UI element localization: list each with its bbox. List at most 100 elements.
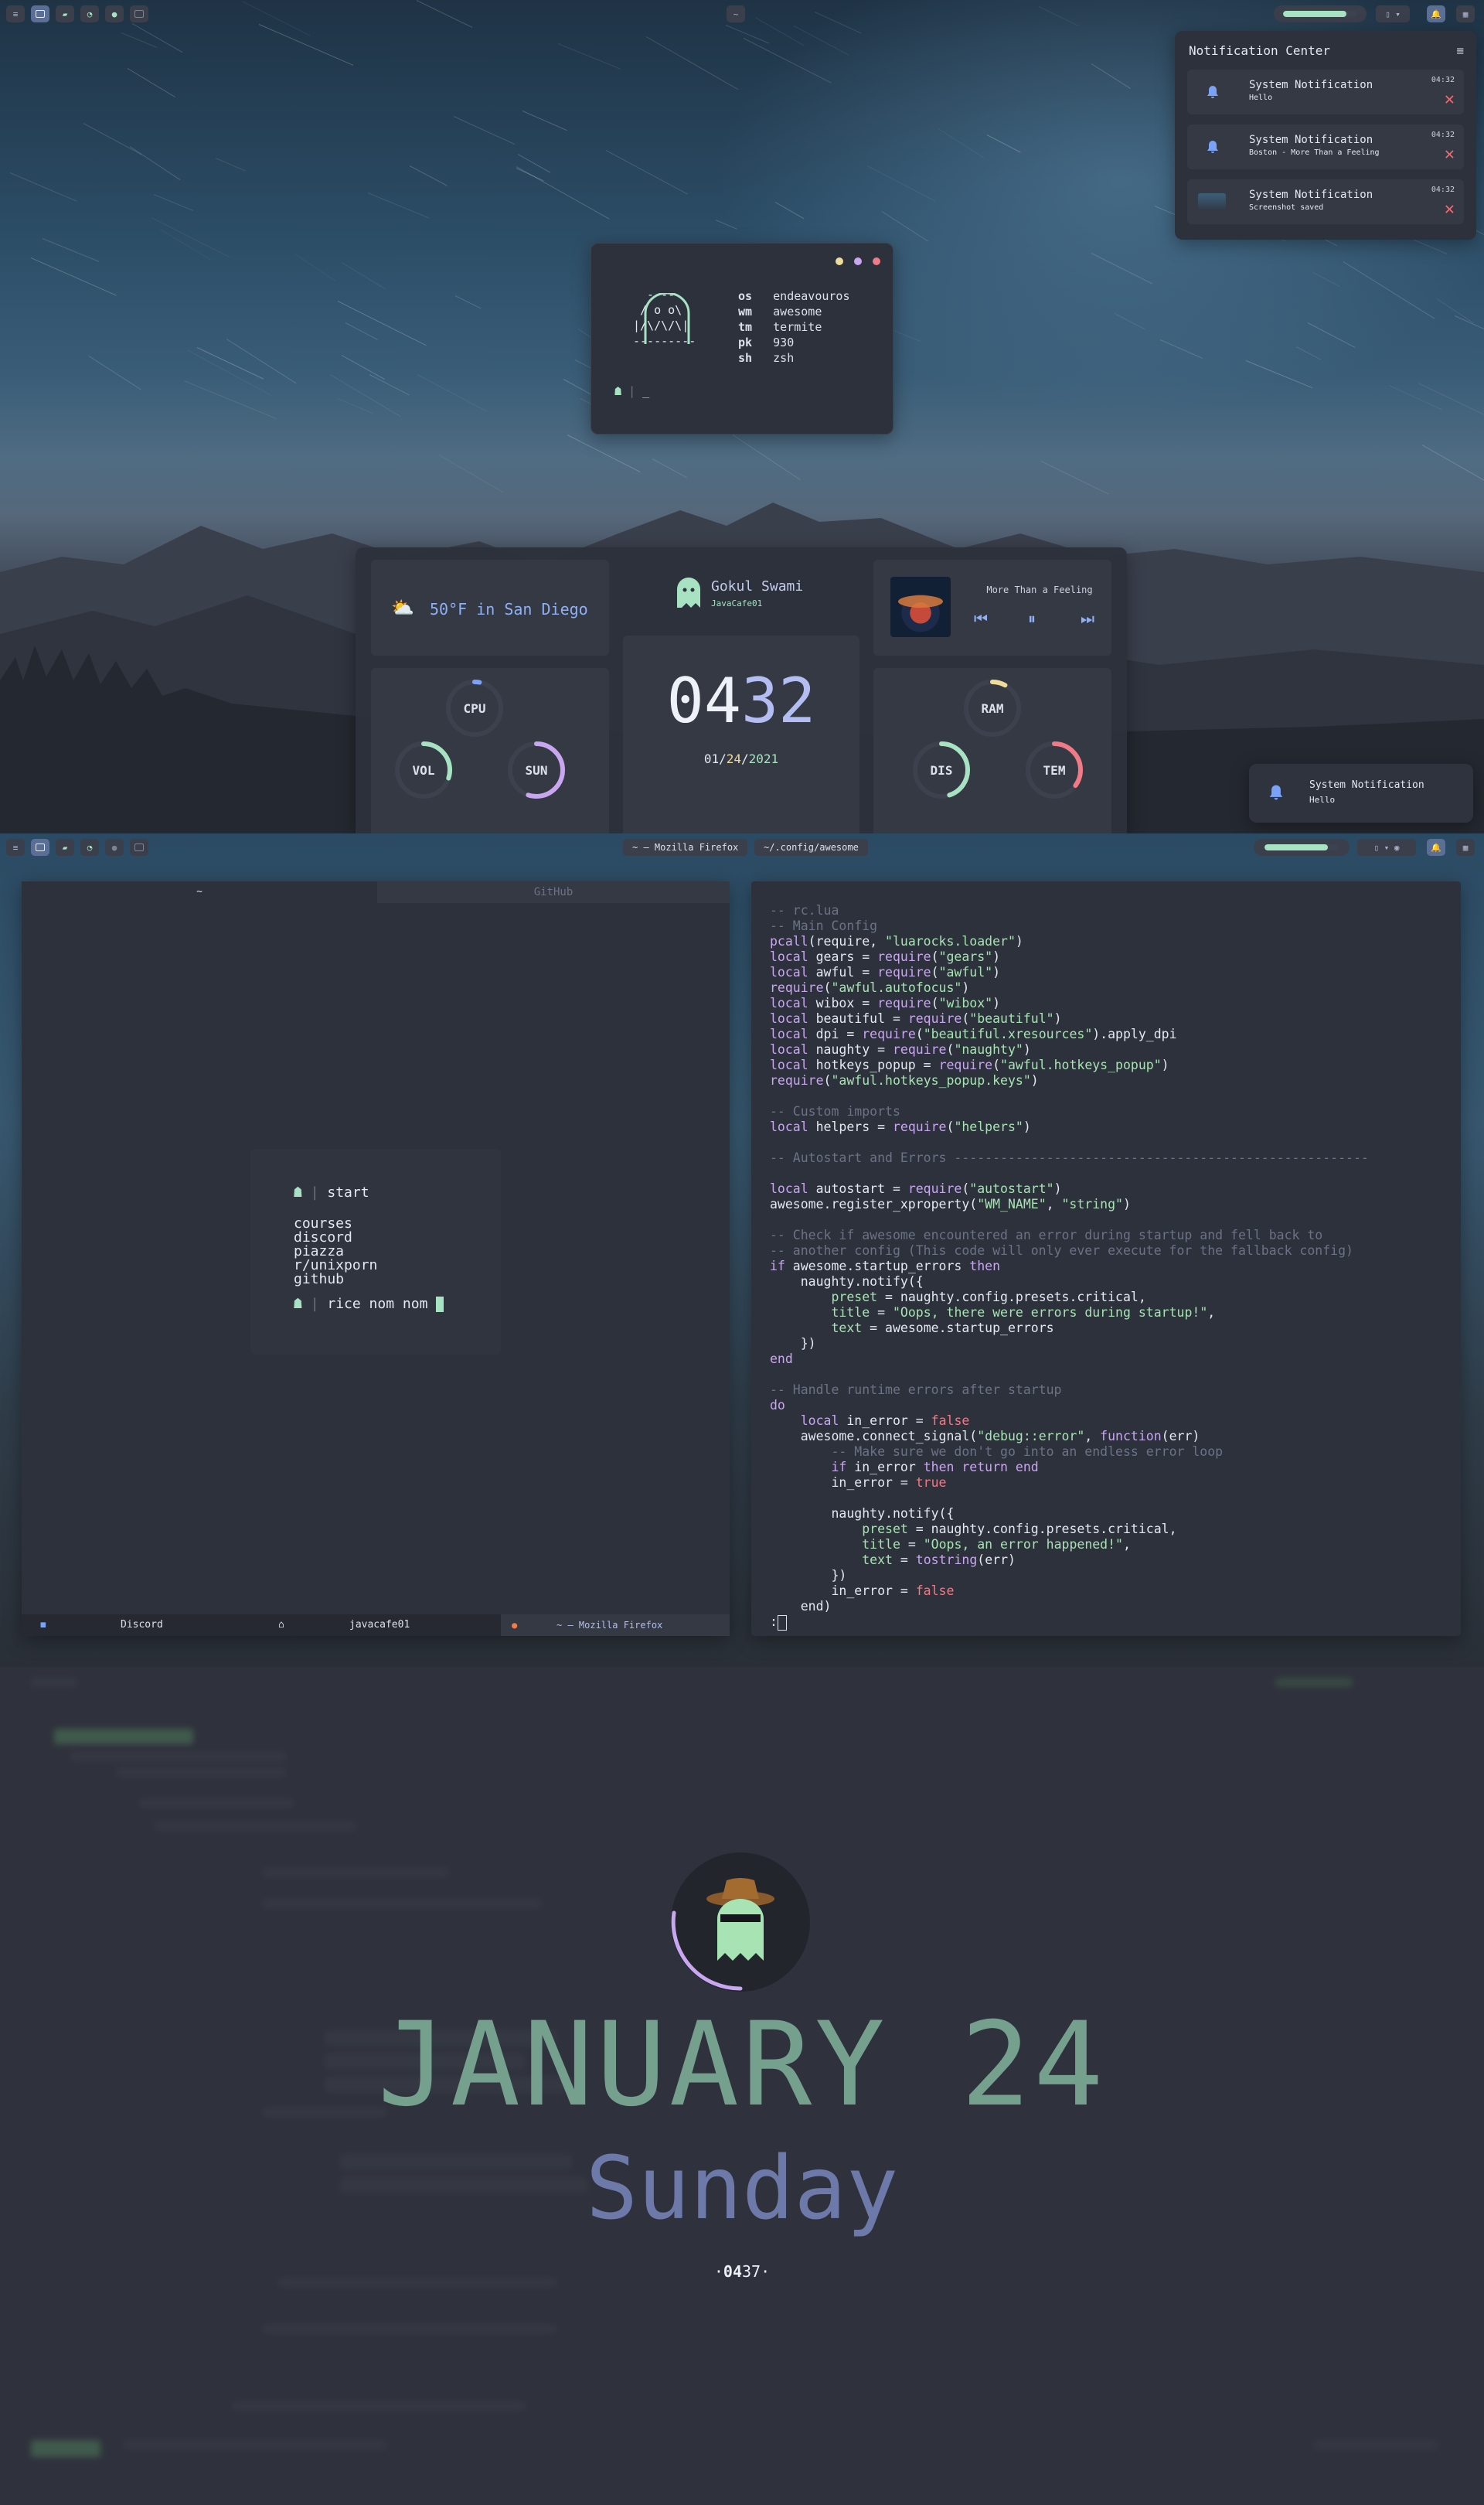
lock-screen: JANUARY 24 Sunday ·0437· (0, 1667, 1484, 2505)
close-dot[interactable] (873, 257, 880, 265)
dismiss-icon[interactable]: ✕ (1445, 91, 1455, 108)
tag-1[interactable] (31, 5, 49, 22)
search-text: rice nom nom (327, 1296, 428, 1312)
layout-icon[interactable]: ▦ (1456, 5, 1475, 22)
maximize-dot[interactable] (854, 257, 862, 265)
prev-icon[interactable]: ⏮ (974, 609, 988, 628)
star-trail (216, 158, 247, 172)
desktop-dashboard-screen: ≡ ▰ ◔ ● ~ ▯ ▾ 🔔 ▦ Notification Center ≡ … (0, 0, 1484, 833)
tag-3[interactable]: ◔ (80, 839, 99, 856)
systray[interactable]: ▯ ▾ (1376, 5, 1410, 22)
search-cursor (436, 1297, 444, 1312)
tray-icons: ▯ ▾ ◉ (1373, 842, 1400, 853)
tag-2[interactable]: ▰ (56, 5, 74, 22)
star-trail (453, 116, 516, 145)
dismiss-icon[interactable]: ✕ (1445, 146, 1455, 163)
notification-bell-icon[interactable]: 🔔 (1427, 839, 1445, 856)
lock-avatar (671, 1852, 810, 1992)
search-field[interactable]: ☗ | rice nom nom (294, 1296, 444, 1312)
fetch-key: tm (738, 320, 753, 334)
pause-icon[interactable]: ⏸ (1028, 609, 1036, 628)
prompt-line[interactable]: ☗ | _ (614, 384, 649, 398)
tag-2[interactable]: ▰ (56, 839, 74, 856)
star-trail (1454, 315, 1484, 332)
dismiss-icon[interactable]: ✕ (1445, 201, 1455, 218)
lock-date: JANUARY 24 (377, 1998, 1107, 2132)
tag-4[interactable]: ● (105, 839, 124, 856)
task-discord[interactable]: ◼ Discord (22, 1614, 254, 1636)
star-trail (605, 149, 688, 195)
systray[interactable]: ▯ ▾ ◉ (1357, 839, 1416, 856)
ghost-prompt-icon: ☗ (294, 1184, 302, 1201)
notification-center-title: Notification Center (1189, 43, 1331, 58)
fetch-key: os (738, 289, 753, 303)
star-trail (154, 194, 193, 211)
notification-time: 04:32 (1431, 186, 1455, 194)
home-icon: ⌂ (278, 1619, 284, 1631)
user-name: Gokul Swami (711, 578, 804, 595)
task-firefox[interactable]: ~ — Mozilla Firefox (623, 839, 748, 856)
prompt-cursor: _ (642, 384, 650, 398)
user-handle: JavaCafe01 (711, 598, 763, 608)
fetch-value: zsh (773, 351, 795, 365)
tag-5[interactable] (130, 5, 148, 22)
tab-github[interactable]: GitHub (377, 881, 730, 903)
link-github[interactable]: github (294, 1273, 377, 1287)
code-content[interactable]: -- rc.lua -- Main Config pcall(require, … (770, 903, 1369, 1631)
star-trail (1308, 322, 1356, 348)
task-firefox-inner[interactable]: ● ~ — Mozilla Firefox (501, 1614, 730, 1636)
center-pill[interactable]: ~ (727, 5, 745, 22)
star-trail (88, 355, 141, 390)
star-trail (558, 43, 621, 70)
tab-home[interactable]: ~ (22, 881, 377, 903)
notification-item[interactable]: System Notification Screenshot saved 04:… (1187, 179, 1464, 224)
star-trail (369, 374, 410, 396)
lock-minute: 37 (742, 2262, 761, 2281)
launcher-button[interactable]: ≡ (6, 839, 25, 856)
gauge-label: DIS (930, 762, 953, 778)
notification-popup[interactable]: System Notification Hello (1249, 764, 1473, 823)
star-trail (652, 458, 687, 478)
tag-3[interactable]: ◔ (80, 5, 99, 22)
clear-all-icon[interactable]: ≡ (1456, 43, 1464, 58)
star-trail (258, 24, 354, 66)
tag-4[interactable]: ● (105, 5, 124, 22)
next-icon[interactable]: ⏭ (1081, 609, 1094, 628)
star-trail (196, 346, 264, 380)
vim-command-line[interactable]: : (770, 1614, 778, 1629)
tag-1[interactable] (31, 839, 49, 856)
gauge-label: VOL (412, 762, 435, 778)
tag-5[interactable] (130, 839, 148, 856)
launcher-button[interactable]: ≡ (6, 5, 25, 22)
notification-bell-icon[interactable]: 🔔 (1427, 5, 1445, 22)
lock-hour: 04 (723, 2262, 742, 2281)
minimize-dot[interactable] (836, 257, 843, 265)
star-trail (30, 257, 117, 296)
bookmark-links: courses discord piazza r/unixporn github (294, 1217, 377, 1287)
ghost-prompt-icon: ☗ (294, 1296, 302, 1312)
star-trail (938, 128, 985, 158)
ghost-ascii-art (644, 293, 690, 344)
gauge-ram: RAM (962, 677, 1023, 739)
star-trail (986, 135, 1021, 153)
notification-item[interactable]: System Notification Hello 04:32 ✕ (1187, 70, 1464, 114)
notification-item[interactable]: System Notification Boston - More Than a… (1187, 124, 1464, 169)
notification-time: 04:32 (1431, 131, 1455, 139)
lock-weekday: Sunday (585, 2139, 899, 2239)
gauge-tem: TEM (1023, 739, 1085, 801)
star-trail (1418, 383, 1484, 428)
star-trail (732, 435, 801, 480)
music-widget: More Than a Feeling ⏮ ⏸ ⏭ (873, 560, 1111, 656)
fetch-value: endeavouros (773, 289, 850, 303)
firefox-window[interactable]: ~ GitHub ☗ | start courses discord piazz… (22, 881, 730, 1636)
task-home[interactable]: ⌂ javacafe01 (254, 1614, 485, 1636)
layout-icon[interactable]: ▦ (1456, 839, 1475, 856)
task-awesome-config[interactable]: ~/.config/awesome (754, 839, 868, 856)
cowboy-ghost-icon (706, 1878, 774, 1961)
notification-title: System Notification (1249, 134, 1373, 146)
notification-time: 04:32 (1431, 76, 1455, 84)
task-label: javacafe01 (349, 1619, 410, 1631)
gauge-label: SUN (525, 762, 548, 778)
star-trail (793, 25, 849, 56)
fetch-terminal-window[interactable]: ---- / o o\ |/\/\/\| --------- os endeav… (591, 243, 893, 435)
